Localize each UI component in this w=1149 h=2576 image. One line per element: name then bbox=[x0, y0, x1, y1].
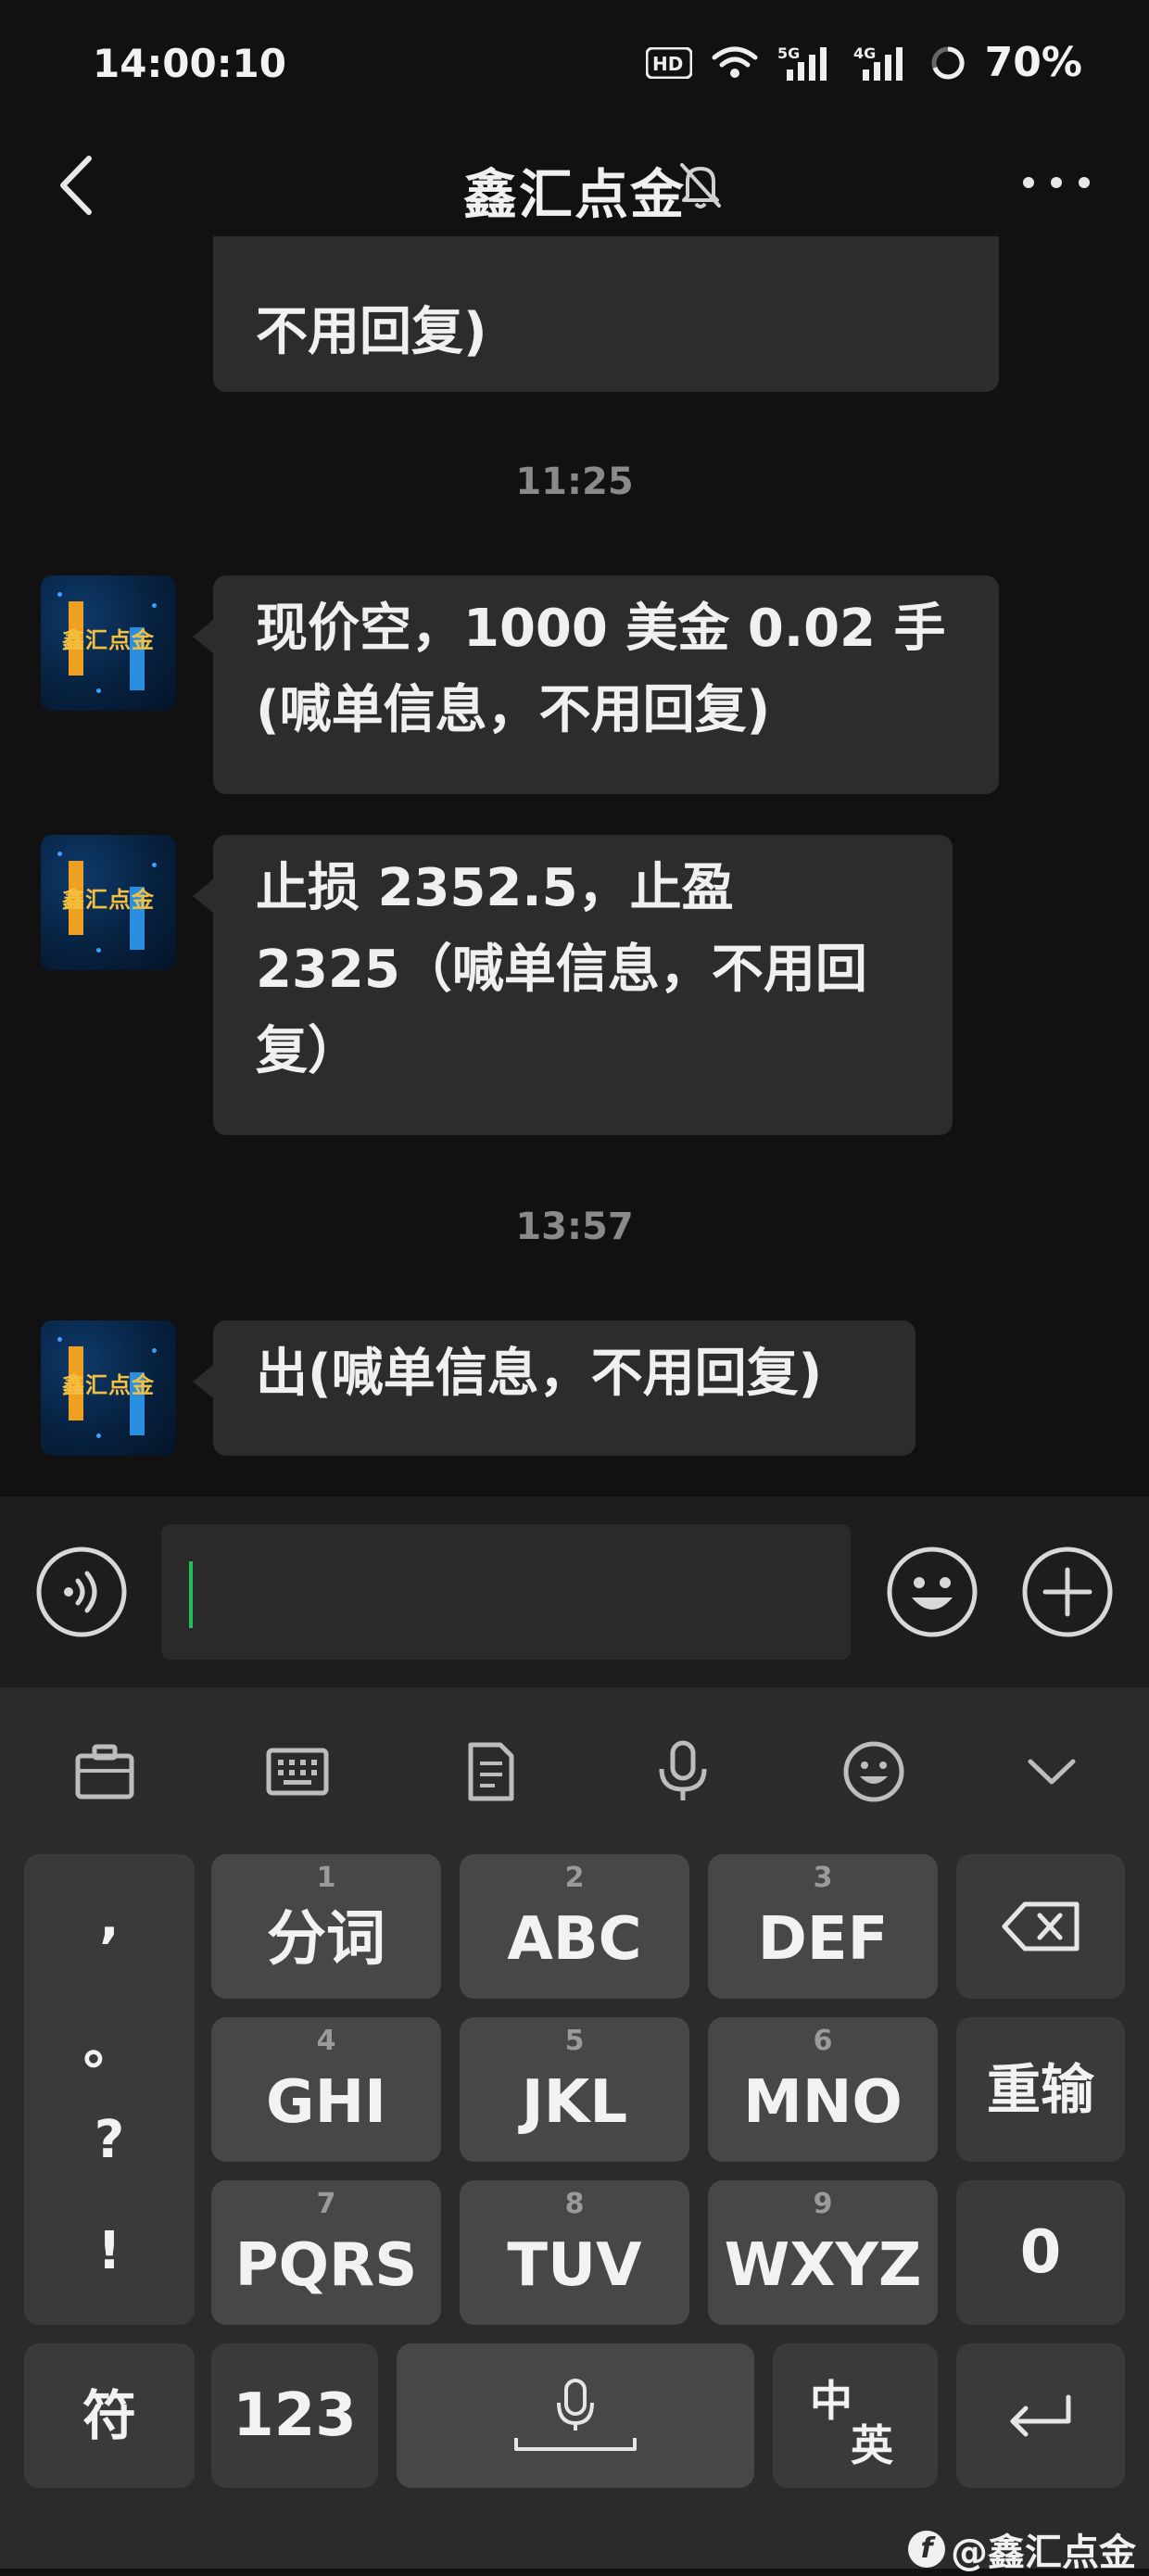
keyboard-toolbar bbox=[0, 1687, 1149, 1850]
watermark-text: @鑫汇点金 bbox=[951, 2532, 1136, 2574]
battery-percent: 70% bbox=[984, 39, 1082, 86]
avatar[interactable]: 鑫汇点金 bbox=[41, 575, 176, 711]
key-7[interactable]: 7 PQRS bbox=[211, 2180, 441, 2325]
message-bubble[interactable]: 止损 2352.5，止盈 2325（喊单信息，不用回 复） bbox=[193, 835, 953, 1135]
zero-key[interactable]: 0 bbox=[956, 2180, 1125, 2325]
keyboard: , 。 ? ! 1 分词 2 ABC 3 DEF 4 GHI 5 JKL 6 MNO 重输 … bbox=[0, 1687, 1149, 2569]
svg-text:HD: HD bbox=[652, 53, 683, 75]
voice-input-icon[interactable] bbox=[35, 1546, 128, 1638]
svg-text:5G: 5G bbox=[777, 44, 800, 62]
space-key[interactable] bbox=[397, 2343, 754, 2488]
message-input[interactable] bbox=[161, 1524, 851, 1660]
lang-en: 英 bbox=[851, 2420, 893, 2470]
message-line: 现价空，1000 美金 0.02 手 bbox=[256, 599, 946, 659]
punct-question[interactable]: ? bbox=[24, 2110, 195, 2170]
hd-icon: HD bbox=[645, 46, 692, 79]
more-options-icon[interactable] bbox=[1019, 171, 1093, 194]
avatar-logo-text: 鑫汇点金 bbox=[62, 887, 155, 913]
message-bubble[interactable]: 出(喊单信息，不用回复) bbox=[193, 1320, 915, 1456]
status-bar: 14:00:10 HD 5G 4G 70% bbox=[0, 0, 1149, 134]
toolbox-icon[interactable] bbox=[72, 1739, 137, 1804]
message-text: 不用回复) bbox=[256, 302, 487, 362]
key-5[interactable]: 5 JKL bbox=[460, 2017, 689, 2162]
symbols-key[interactable]: 符 bbox=[24, 2343, 195, 2488]
battery-ring-icon bbox=[931, 45, 965, 79]
status-time: 14:00:10 bbox=[93, 41, 286, 86]
message-line: (喊单信息，不用回复) bbox=[256, 680, 771, 740]
key-9[interactable]: 9 WXYZ bbox=[708, 2180, 938, 2325]
plus-icon[interactable] bbox=[1021, 1546, 1114, 1638]
avatar-logo-text: 鑫汇点金 bbox=[62, 627, 155, 653]
text-caret bbox=[189, 1561, 193, 1628]
key-2[interactable]: 2 ABC bbox=[460, 1854, 689, 1999]
key-1[interactable]: 1 分词 bbox=[211, 1854, 441, 1999]
emoji-face-icon[interactable] bbox=[841, 1739, 906, 1804]
message-line: 出(喊单信息，不用回复) bbox=[256, 1344, 823, 1404]
message-bubble[interactable]: 不用回复) bbox=[213, 236, 999, 392]
message-line: 止损 2352.5，止盈 bbox=[256, 858, 734, 918]
timestamp: 11:25 bbox=[515, 461, 634, 503]
chevron-down-icon[interactable] bbox=[1019, 1739, 1084, 1804]
avatar[interactable]: 鑫汇点金 bbox=[41, 1320, 176, 1456]
lang-zh: 中 bbox=[810, 2376, 852, 2426]
timestamp: 13:57 bbox=[515, 1206, 634, 1248]
chat-messages: 不用回复) 11:25 鑫汇点金 现价空，1000 美金 0.02 手 (喊单信… bbox=[0, 236, 1149, 1496]
svg-text:4G: 4G bbox=[853, 44, 876, 62]
message-bubble[interactable]: 现价空，1000 美金 0.02 手 (喊单信息，不用回复) bbox=[193, 575, 999, 794]
bell-muted-icon bbox=[680, 163, 721, 208]
key-8[interactable]: 8 TUV bbox=[460, 2180, 689, 2325]
backspace-icon bbox=[1002, 1901, 1080, 1951]
punct-period[interactable]: 。 bbox=[24, 2004, 195, 2079]
language-switch-key[interactable]: 中 英 bbox=[773, 2343, 938, 2488]
keyboard-layout-icon[interactable] bbox=[265, 1739, 330, 1804]
reinput-key[interactable]: 重输 bbox=[956, 2017, 1125, 2162]
avatar[interactable]: 鑫汇点金 bbox=[41, 835, 176, 970]
message-line: 2325（喊单信息，不用回 bbox=[256, 940, 867, 1000]
enter-icon bbox=[1010, 2394, 1071, 2437]
punct-exclaim[interactable]: ! bbox=[24, 2221, 195, 2281]
key-4[interactable]: 4 GHI bbox=[211, 2017, 441, 2162]
enter-key[interactable] bbox=[956, 2343, 1125, 2488]
wifi-icon bbox=[712, 46, 758, 78]
key-3[interactable]: 3 DEF bbox=[708, 1854, 938, 1999]
weibo-logo-icon: f bbox=[908, 2531, 945, 2568]
status-icons: HD 5G 4G 70% bbox=[645, 39, 1082, 86]
space-mic-icon bbox=[514, 2379, 637, 2451]
punct-comma[interactable]: , bbox=[24, 1889, 195, 1950]
numbers-key[interactable]: 123 bbox=[211, 2343, 378, 2488]
chat-title: 鑫汇点金 bbox=[462, 163, 686, 226]
key-6[interactable]: 6 MNO bbox=[708, 2017, 938, 2162]
punctuation-key[interactable]: , 。 ? ! bbox=[24, 1854, 195, 2325]
emoji-icon[interactable] bbox=[886, 1546, 979, 1638]
4g-signal-icon: 4G bbox=[853, 44, 903, 81]
message-line: 复） bbox=[256, 1021, 360, 1081]
chat-header: 鑫汇点金 bbox=[0, 134, 1149, 236]
5g-signal-icon: 5G bbox=[777, 44, 827, 81]
avatar-logo-text: 鑫汇点金 bbox=[62, 1372, 155, 1398]
watermark: f @鑫汇点金 bbox=[908, 2522, 1136, 2576]
backspace-key[interactable] bbox=[956, 1854, 1125, 1999]
message-input-bar bbox=[0, 1496, 1149, 1687]
microphone-icon[interactable] bbox=[650, 1739, 715, 1804]
clipboard-icon[interactable] bbox=[458, 1739, 523, 1804]
